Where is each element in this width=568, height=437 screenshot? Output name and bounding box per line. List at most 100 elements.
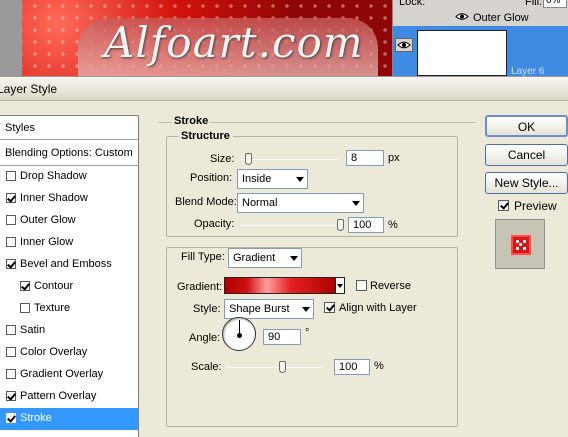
style-item-label: Color Overlay	[20, 346, 88, 358]
watermark-text: Alfoart.com	[104, 18, 364, 67]
style-item-label: Inner Glow	[20, 236, 74, 248]
angle-input[interactable]: 90	[263, 329, 301, 345]
layer-style-dialog: Layer Style Styles Blending Options: Cus…	[0, 76, 568, 437]
style-checkbox[interactable]	[20, 303, 30, 313]
style-item-color-overlay[interactable]: Color Overlay	[0, 342, 138, 364]
eye-icon	[397, 41, 411, 49]
style-item-label: Bevel and Emboss	[20, 258, 112, 270]
align-with-layer-label[interactable]: Align with Layer	[339, 302, 417, 314]
style-label: Style:	[193, 303, 221, 315]
blending-options-item[interactable]: Blending Options: Custom	[0, 140, 138, 166]
style-checkbox[interactable]	[6, 325, 16, 335]
style-item-label: Contour	[34, 280, 74, 292]
style-item-label: Texture	[34, 302, 71, 314]
style-preview	[495, 219, 545, 269]
fill-type-select[interactable]: Gradient	[228, 248, 302, 268]
align-with-layer-checkbox[interactable]	[324, 302, 335, 313]
blend-mode-value: Normal	[242, 197, 278, 209]
style-item-label: Pattern Overlay	[20, 390, 97, 402]
layer-visibility-toggle[interactable]	[395, 38, 413, 52]
chevron-down-icon	[290, 256, 298, 261]
opacity-slider-track[interactable]	[240, 225, 344, 226]
opacity-input[interactable]: 100	[348, 217, 384, 233]
style-checkbox[interactable]	[6, 259, 16, 269]
style-item-pattern-overlay[interactable]: Pattern Overlay	[0, 386, 138, 408]
position-select[interactable]: Inside	[237, 169, 308, 189]
scale-slider-track[interactable]	[226, 367, 322, 368]
chevron-down-icon	[352, 201, 360, 206]
chevron-down-icon	[296, 177, 304, 182]
gradient-preview[interactable]	[224, 277, 336, 294]
position-label: Position:	[190, 172, 233, 184]
style-checkbox[interactable]	[6, 193, 16, 203]
scale-input[interactable]: 100	[334, 359, 370, 375]
gradient-label: Gradient:	[177, 281, 223, 293]
style-item-outer-glow[interactable]: Outer Glow	[0, 210, 138, 232]
lock-label: Lock:	[399, 0, 426, 8]
layer-thumbnail[interactable]	[417, 30, 507, 76]
scale-label: Scale:	[191, 361, 222, 373]
preview-label[interactable]: Preview	[514, 199, 557, 213]
size-input[interactable]: 8	[346, 150, 384, 166]
style-checkbox[interactable]	[20, 281, 30, 291]
gradient-dropdown-arrow[interactable]	[335, 277, 345, 294]
blend-mode-select[interactable]: Normal	[237, 193, 364, 213]
fill-type-value: Gradient	[233, 252, 276, 264]
style-checkbox[interactable]	[6, 171, 16, 181]
fill-input[interactable]: 0%	[543, 0, 567, 8]
canvas-background: Alfoart.com Lock: Fill: 0% Outer Glow La…	[0, 0, 568, 78]
style-checkbox[interactable]	[6, 369, 16, 379]
scale-slider-handle[interactable]	[279, 361, 287, 373]
style-item-gradient-overlay[interactable]: Gradient Overlay	[0, 364, 138, 386]
structure-title: Structure	[178, 130, 233, 142]
reverse-label[interactable]: Reverse	[370, 280, 411, 292]
effect-outer-glow[interactable]: Outer Glow	[473, 12, 529, 24]
styles-list: Styles Blending Options: Custom Drop Sha…	[0, 115, 139, 437]
chevron-down-icon	[302, 307, 310, 312]
position-value: Inside	[242, 173, 272, 185]
preview-checkbox[interactable]	[498, 200, 509, 211]
style-item-label: Outer Glow	[20, 214, 76, 226]
style-item-label: Inner Shadow	[20, 192, 88, 204]
layers-panel: Lock: Fill: 0% Outer Glow Layer 6	[392, 0, 568, 78]
eye-icon[interactable]	[455, 12, 469, 21]
angle-unit: °	[305, 327, 310, 339]
style-item-inner-glow[interactable]: Inner Glow	[0, 232, 138, 254]
new-style-button[interactable]: New Style...	[485, 172, 568, 194]
opacity-slider-handle[interactable]	[337, 219, 344, 231]
size-label: Size:	[210, 153, 235, 165]
style-checkbox[interactable]	[6, 347, 16, 357]
style-item-label: Gradient Overlay	[20, 368, 104, 380]
angle-label: Angle:	[189, 332, 221, 344]
dialog-titlebar[interactable]: Layer Style	[0, 77, 568, 101]
style-item-contour[interactable]: Contour	[0, 276, 138, 298]
style-checkbox[interactable]	[6, 215, 16, 225]
size-slider-handle[interactable]	[244, 153, 252, 165]
style-checkbox[interactable]	[6, 391, 16, 401]
style-item-bevel-and-emboss[interactable]: Bevel and Emboss	[0, 254, 138, 276]
dialog-title: Layer Style	[0, 82, 58, 96]
size-unit: px	[388, 152, 400, 164]
style-select[interactable]: Shape Burst	[224, 299, 314, 319]
size-slider-track[interactable]	[240, 159, 338, 160]
opacity-unit: %	[388, 219, 398, 231]
styles-header[interactable]: Styles	[0, 116, 138, 140]
style-checkbox[interactable]	[6, 413, 16, 423]
style-item-inner-shadow[interactable]: Inner Shadow	[0, 188, 138, 210]
ok-button[interactable]: OK	[485, 115, 568, 137]
blend-mode-label: Blend Mode:	[175, 196, 237, 208]
style-item-texture[interactable]: Texture	[0, 298, 138, 320]
style-item-drop-shadow[interactable]: Drop Shadow	[0, 166, 138, 188]
style-checkbox[interactable]	[6, 237, 16, 247]
scale-unit: %	[374, 360, 384, 372]
toolbar-edge	[0, 0, 22, 78]
stroke-panel: Stroke Structure Size: 8 px Position: In…	[158, 115, 476, 437]
angle-center	[237, 333, 242, 338]
style-item-stroke[interactable]: Stroke	[0, 408, 138, 430]
style-item-satin[interactable]: Satin	[0, 320, 138, 342]
reverse-checkbox[interactable]	[356, 280, 367, 291]
angle-dial[interactable]	[222, 317, 256, 351]
cancel-button[interactable]: Cancel	[485, 144, 568, 166]
style-value: Shape Burst	[229, 303, 290, 315]
style-item-label: Stroke	[20, 412, 52, 424]
